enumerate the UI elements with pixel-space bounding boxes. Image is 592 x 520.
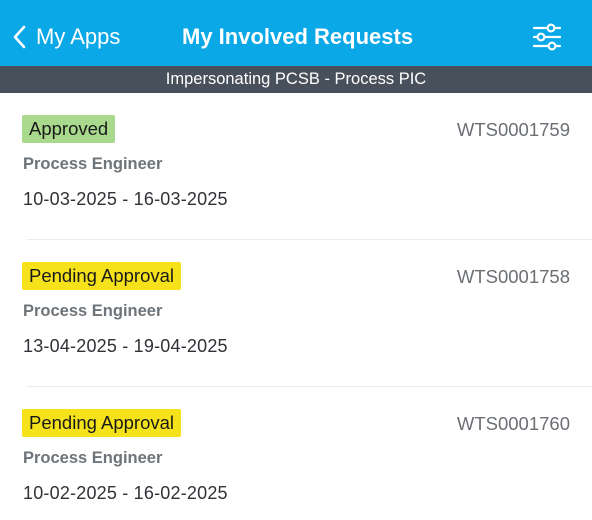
request-card[interactable]: Pending Approval WTS0001758 Process Engi… — [0, 240, 592, 387]
request-role: Process Engineer — [23, 302, 163, 320]
impersonation-banner: Impersonating PCSB - Process PIC — [0, 66, 592, 93]
chevron-left-icon — [12, 25, 26, 49]
request-id: WTS0001758 — [456, 266, 570, 287]
status-badge: Approved — [22, 115, 116, 143]
nav-bar: My Apps My Involved Requests — [0, 0, 592, 66]
request-card[interactable]: Approved WTS0001759 Process Engineer 10-… — [0, 93, 592, 240]
request-list: Approved WTS0001759 Process Engineer 10-… — [0, 93, 592, 520]
back-button[interactable]: My Apps — [12, 22, 120, 52]
status-badge: Pending Approval — [22, 409, 182, 437]
request-id: WTS0001760 — [456, 413, 570, 434]
page-title: My Involved Requests — [182, 24, 414, 49]
request-role: Process Engineer — [23, 449, 163, 467]
request-id: WTS0001759 — [456, 119, 570, 140]
sliders-icon — [530, 23, 564, 58]
request-dates: 10-03-2025 - 16-03-2025 — [23, 189, 228, 209]
impersonation-text: Impersonating PCSB - Process PIC — [165, 70, 427, 88]
status-badge: Pending Approval — [22, 262, 182, 290]
back-label: My Apps — [36, 24, 121, 49]
request-dates: 10-02-2025 - 16-02-2025 — [23, 483, 228, 503]
request-role: Process Engineer — [23, 155, 163, 173]
filter-button[interactable] — [530, 20, 564, 54]
request-dates: 13-04-2025 - 19-04-2025 — [23, 336, 228, 356]
request-card[interactable]: Pending Approval WTS0001760 Process Engi… — [0, 387, 592, 520]
